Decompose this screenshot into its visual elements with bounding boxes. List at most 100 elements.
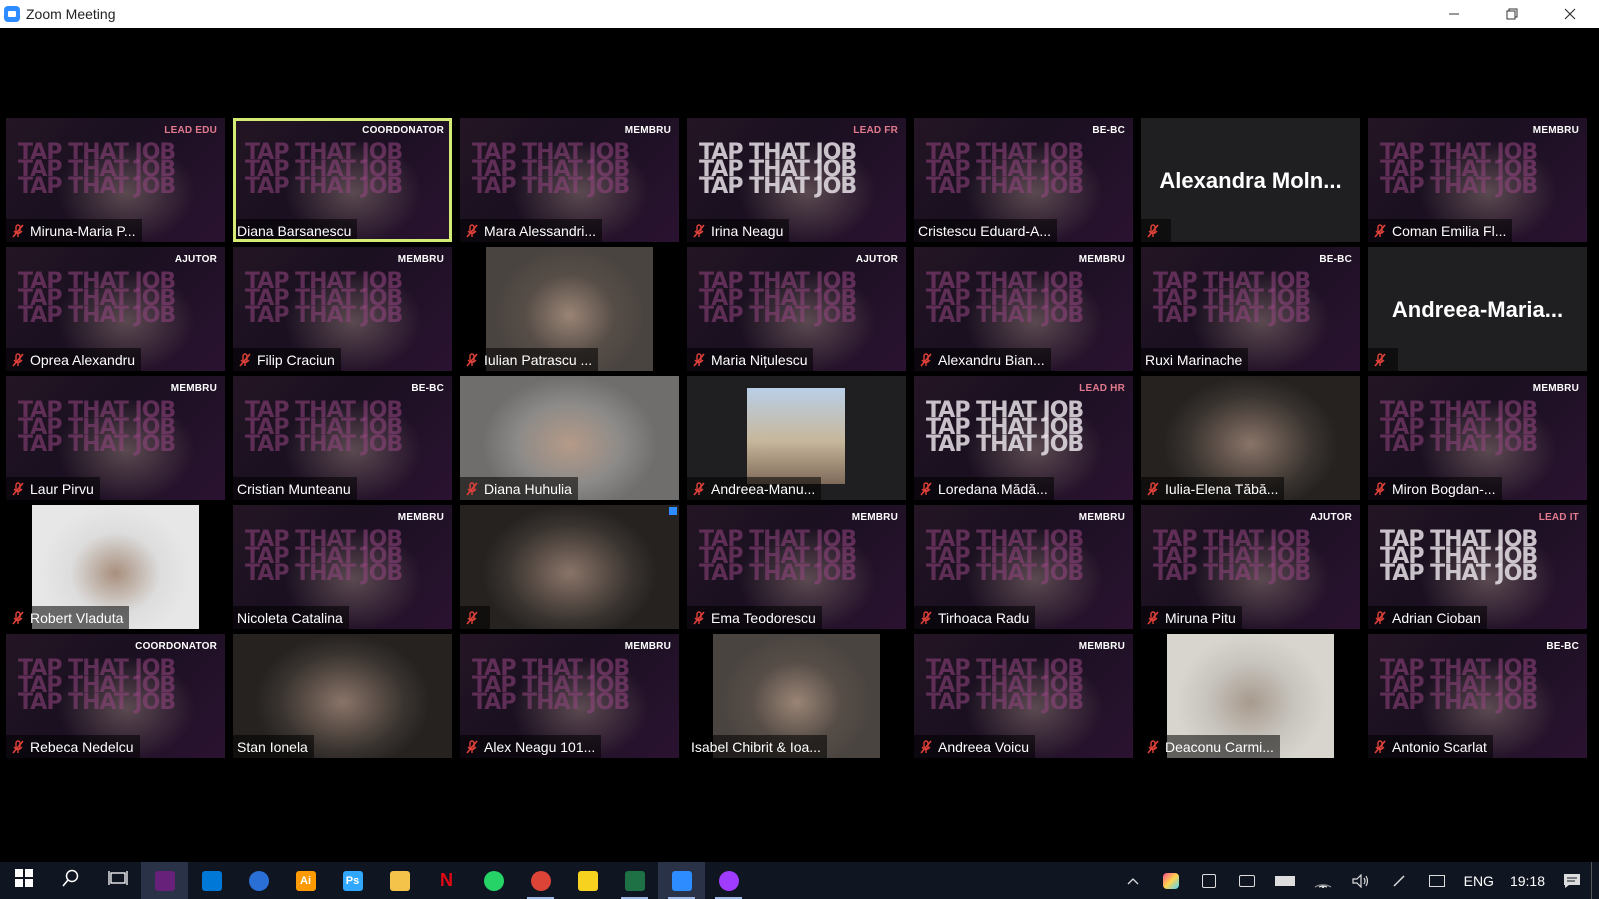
participant-tile[interactable]: TAP THAT JOB TAP THAT JOB TAP THAT JOB AJUT… <box>687 247 906 371</box>
participant-tile[interactable]: TAP THAT JOB TAP THAT JOB TAP THAT JOB COOR… <box>233 118 452 242</box>
participant-name: Deaconu Carmi... <box>1165 738 1274 755</box>
participant-tile[interactable]: TAP THAT JOB TAP THAT JOB TAP THAT JOB AJUT… <box>1141 505 1360 629</box>
taskbar-app-circle-button[interactable] <box>235 862 282 899</box>
battery-button[interactable] <box>1266 862 1304 899</box>
participant-tile[interactable]: TAP THAT JOB TAP THAT JOB TAP THAT JOB COOR… <box>6 634 225 758</box>
taskbar-windows-start-button[interactable] <box>0 862 47 899</box>
participant-tile[interactable]: TAP THAT JOB TAP THAT JOB TAP THAT JOB MEMB… <box>460 118 679 242</box>
show-hidden-icons-button[interactable] <box>1114 862 1152 899</box>
pen-button[interactable] <box>1380 862 1418 899</box>
taskbar-illustrator-button[interactable]: Ai <box>282 862 329 899</box>
taskbar-whatsapp-button[interactable] <box>470 862 517 899</box>
participant-tile[interactable]: TAP THAT JOB TAP THAT JOB TAP THAT JOB MEMB… <box>1368 376 1587 500</box>
participant-tile[interactable]: TAP THAT JOB TAP THAT JOB TAP THAT JOB BE-B… <box>1368 634 1587 758</box>
tray-sync-icon[interactable] <box>1228 862 1266 899</box>
participant-tile[interactable]: Alexandra Moln... <box>1141 118 1360 242</box>
taskbar-excel-like-button[interactable] <box>611 862 658 899</box>
taskbar-chrome-button[interactable] <box>517 862 564 899</box>
nameplate: Miruna Pitu <box>1141 606 1242 629</box>
participant-tile[interactable]: TAP THAT JOB TAP THAT JOB TAP THAT JOB MEMB… <box>914 247 1133 371</box>
participant-tile[interactable]: TAP THAT JOB TAP THAT JOB TAP THAT JOB LEAD… <box>914 376 1133 500</box>
taskbar-photoshop-button[interactable]: Ps <box>329 862 376 899</box>
taskbar-vscode-button[interactable] <box>188 862 235 899</box>
nameplate: Nicoleta Catalina <box>233 606 349 629</box>
participant-tile[interactable]: Robert Vladuta <box>6 505 225 629</box>
participant-tile[interactable] <box>460 505 679 629</box>
nameplate: Stan Ionela <box>233 735 314 758</box>
tray-meet-icon[interactable] <box>1190 862 1228 899</box>
taskbar-file-explorer-button[interactable] <box>376 862 423 899</box>
minimize-button[interactable] <box>1425 0 1483 28</box>
netflix-icon: N <box>437 870 457 891</box>
participant-tile[interactable]: TAP THAT JOB TAP THAT JOB TAP THAT JOB LEAD… <box>687 118 906 242</box>
role-badge: MEMBRU <box>1078 512 1125 523</box>
taskbar-netflix-button[interactable]: N <box>423 862 470 899</box>
participant-tile[interactable]: Stan Ionela <box>233 634 452 758</box>
participant-tile[interactable]: TAP THAT JOB TAP THAT JOB TAP THAT JOB BE-B… <box>914 118 1133 242</box>
participant-tile[interactable]: TAP THAT JOB TAP THAT JOB TAP THAT JOB MEMB… <box>1368 118 1587 242</box>
participant-tile[interactable]: Iulian Patrascu ... <box>460 247 679 371</box>
participant-tile[interactable]: TAP THAT JOB TAP THAT JOB TAP THAT JOB MEMB… <box>914 505 1133 629</box>
taskbar-visual-studio-button[interactable] <box>141 862 188 899</box>
participant-tile[interactable]: Isabel Chibrit & Ioa... <box>687 634 906 758</box>
muted-mic-icon <box>1374 352 1386 367</box>
participant-tile[interactable]: TAP THAT JOB TAP THAT JOB TAP THAT JOB AJUT… <box>6 247 225 371</box>
participant-name: Irina Neagu <box>711 222 784 239</box>
taskbar-task-view-button[interactable] <box>94 862 141 899</box>
keyboard-button[interactable] <box>1418 862 1456 899</box>
nameplate: Iulian Patrascu ... <box>460 348 599 371</box>
close-button[interactable] <box>1541 0 1599 28</box>
participant-tile[interactable]: TAP THAT JOB TAP THAT JOB TAP THAT JOB LEAD… <box>1368 505 1587 629</box>
participant-name: Diana Huhulia <box>484 480 572 497</box>
restore-icon <box>1506 8 1518 20</box>
nameplate: Filip Craciun <box>233 348 341 371</box>
virtual-background-text: TAP THAT JOB TAP THAT JOB TAP THAT JOB <box>926 398 1084 457</box>
taskbar-zoom-button[interactable] <box>658 862 705 899</box>
taskbar-search-button[interactable] <box>47 862 94 899</box>
role-badge: BE-BC <box>411 383 444 394</box>
show-desktop-button[interactable] <box>1591 862 1599 899</box>
nameplate: Rebeca Nedelcu <box>6 735 140 758</box>
participant-tile[interactable]: TAP THAT JOB TAP THAT JOB TAP THAT JOB MEMB… <box>460 634 679 758</box>
participant-tile[interactable]: Deaconu Carmi... <box>1141 634 1360 758</box>
participant-tile[interactable]: TAP THAT JOB TAP THAT JOB TAP THAT JOB BE-B… <box>233 376 452 500</box>
participant-tile[interactable]: Iulia-Elena Tăbă... <box>1141 376 1360 500</box>
wifi-button[interactable] <box>1304 862 1342 899</box>
participant-name: Miron Bogdan-... <box>1392 480 1496 497</box>
virtual-background-text: TAP THAT JOB TAP THAT JOB TAP THAT JOB <box>18 269 176 328</box>
nameplate: Cristescu Eduard-A... <box>914 219 1058 242</box>
taskbar-messenger-button[interactable] <box>705 862 752 899</box>
language-indicator[interactable]: ENG <box>1456 873 1502 889</box>
participant-tile[interactable]: TAP THAT JOB TAP THAT JOB TAP THAT JOB MEMB… <box>914 634 1133 758</box>
nameplate: Alexandru Bian... <box>914 348 1051 371</box>
tray-app-icon[interactable] <box>1152 862 1190 899</box>
participant-tile[interactable]: TAP THAT JOB TAP THAT JOB TAP THAT JOB MEMB… <box>6 376 225 500</box>
role-badge: LEAD HR <box>1079 383 1125 394</box>
action-center-button[interactable] <box>1553 862 1591 899</box>
virtual-background-text: TAP THAT JOB TAP THAT JOB TAP THAT JOB <box>245 269 403 328</box>
participant-tile[interactable]: Andreea-Manu... <box>687 376 906 500</box>
nameplate: Isabel Chibrit & Ioa... <box>687 735 827 758</box>
whatsapp-icon <box>483 870 504 891</box>
vscode-icon <box>201 870 222 891</box>
virtual-background-text: TAP THAT JOB TAP THAT JOB TAP THAT JOB <box>472 140 630 199</box>
chrome-icon <box>530 870 551 891</box>
restore-button[interactable] <box>1483 0 1541 28</box>
participant-tile[interactable]: Andreea-Maria... <box>1368 247 1587 371</box>
participant-tile[interactable]: TAP THAT JOB TAP THAT JOB TAP THAT JOB MEMB… <box>233 505 452 629</box>
minimize-icon <box>1449 13 1459 15</box>
volume-button[interactable] <box>1342 862 1380 899</box>
taskbar-sticky-notes-button[interactable] <box>564 862 611 899</box>
nameplate: Maria Nițulescu <box>687 348 814 371</box>
nameplate <box>1368 348 1398 371</box>
participant-tile[interactable]: TAP THAT JOB TAP THAT JOB TAP THAT JOB MEMB… <box>687 505 906 629</box>
meeting-stage: TAP THAT JOB TAP THAT JOB TAP THAT JOB LEAD… <box>0 28 1599 862</box>
participant-name: Ruxi Marinache <box>1145 351 1243 368</box>
participant-tile[interactable]: Diana Huhulia <box>460 376 679 500</box>
nameplate: Ema Teodorescu <box>687 606 822 629</box>
participant-tile[interactable]: TAP THAT JOB TAP THAT JOB TAP THAT JOB LEAD… <box>6 118 225 242</box>
participant-tile[interactable]: TAP THAT JOB TAP THAT JOB TAP THAT JOB MEMB… <box>233 247 452 371</box>
clock[interactable]: 19:18 <box>1502 873 1553 889</box>
muted-mic-icon <box>920 481 932 496</box>
participant-tile[interactable]: TAP THAT JOB TAP THAT JOB TAP THAT JOB BE-B… <box>1141 247 1360 371</box>
